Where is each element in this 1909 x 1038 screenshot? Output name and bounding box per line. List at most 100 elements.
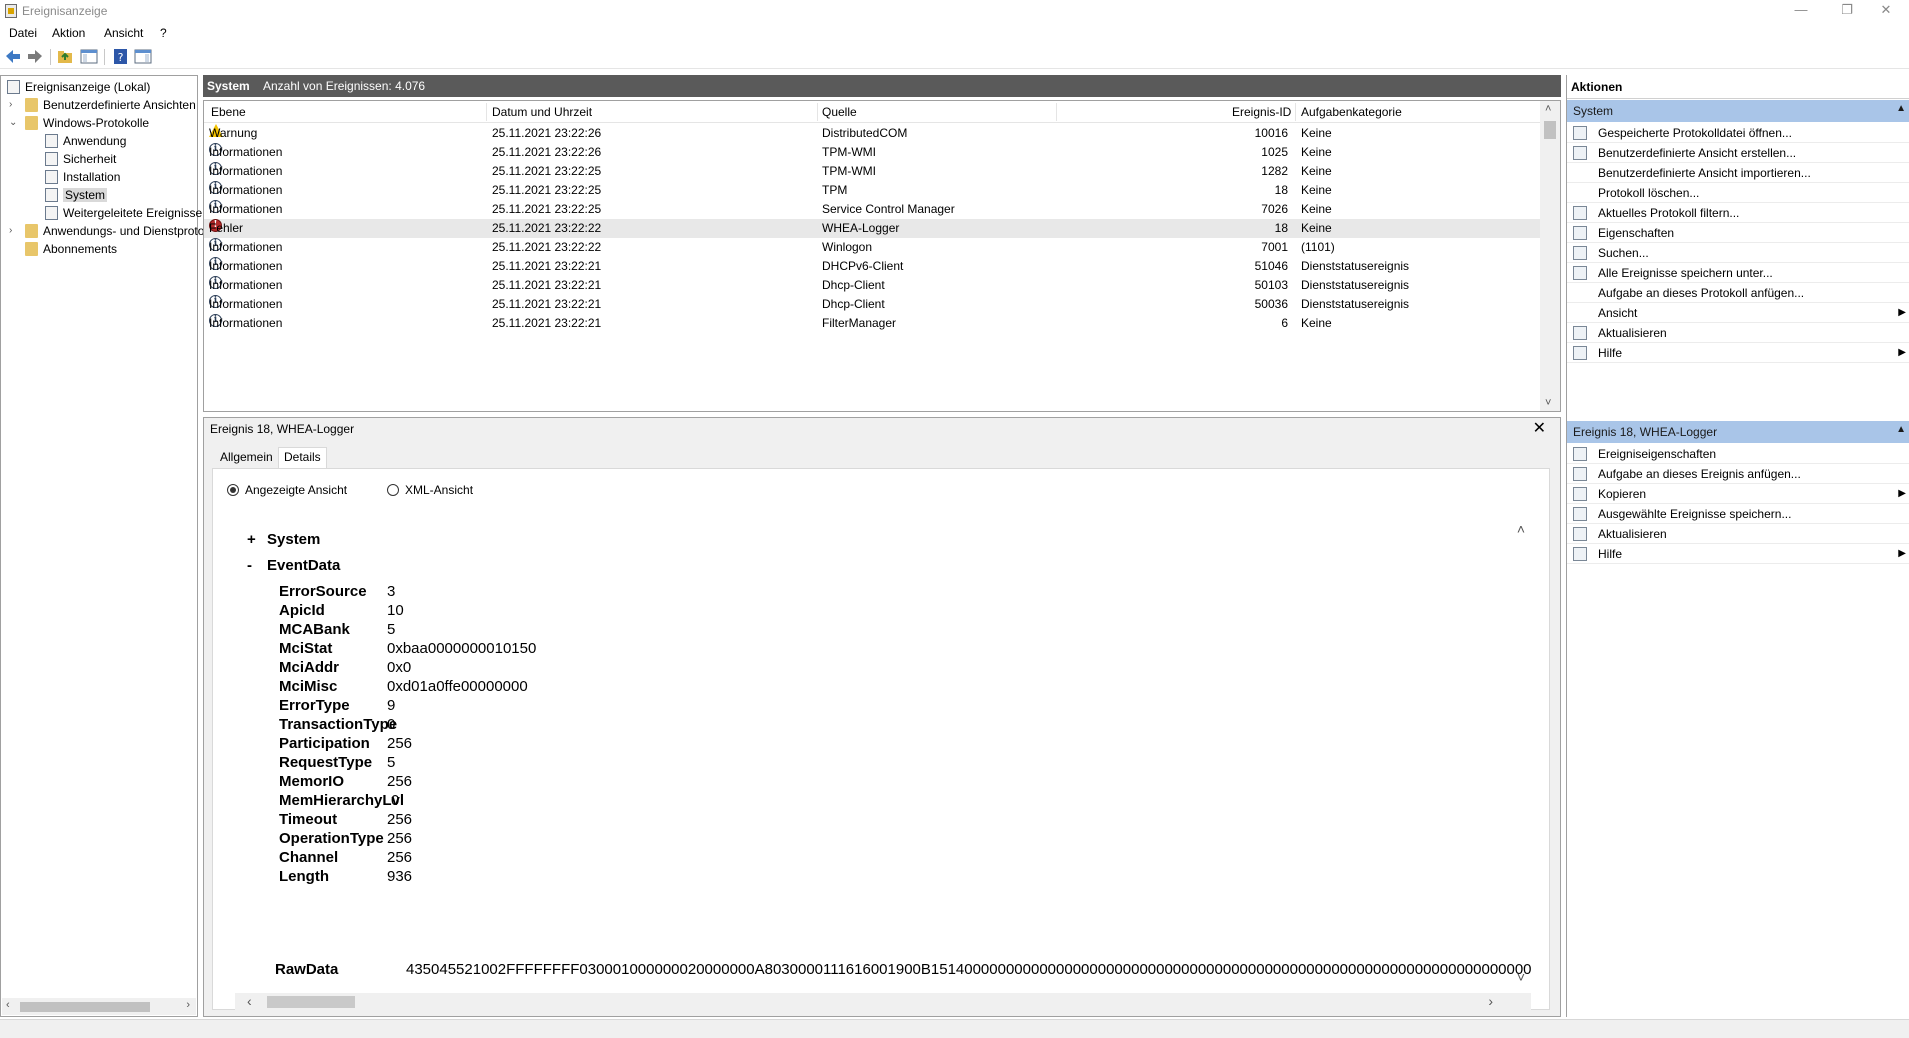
up-folder-icon[interactable] — [56, 48, 74, 65]
event-row[interactable]: i Informationen 25.11.2021 23:22:21 DHCPv6-… — [204, 257, 1540, 276]
save-icon — [1573, 507, 1587, 521]
event-row[interactable]: i Informationen 25.11.2021 23:22:21 FilterM… — [204, 314, 1540, 333]
actions-section-event[interactable]: Ereignis 18, WHEA-Logger ▲ — [1567, 421, 1909, 443]
chevron-right-icon[interactable]: › — [9, 222, 12, 240]
scroll-up-icon[interactable]: ˄ — [1545, 103, 1551, 115]
tree-setup[interactable]: Installation — [45, 168, 120, 186]
log-icon — [45, 206, 58, 220]
action-item[interactable]: Protokoll löschen... — [1567, 183, 1909, 203]
column-task-category[interactable]: Aufgabenkategorie — [1301, 105, 1402, 119]
column-event-id[interactable]: Ereignis-ID — [1232, 105, 1291, 119]
menu-help[interactable]: ? — [160, 26, 167, 40]
column-date[interactable]: Datum und Uhrzeit — [492, 105, 592, 119]
event-row[interactable]: i Informationen 25.11.2021 23:22:25 TPM 18 Ke… — [204, 181, 1540, 200]
event-id: 1025 — [1261, 145, 1288, 159]
event-row[interactable]: i Informationen 25.11.2021 23:22:21 Dhcp-Cl… — [204, 295, 1540, 314]
scroll-up-icon[interactable]: ˄ — [1517, 521, 1525, 537]
collapse-eventdata-toggle[interactable]: - — [247, 557, 252, 574]
action-item[interactable]: Eigenschaften — [1567, 223, 1909, 243]
action-item[interactable]: Hilfe ▶ — [1567, 343, 1909, 363]
tree-custom-views[interactable]: › Benutzerdefinierte Ansichten — [9, 96, 196, 114]
show-hide-action-pane-icon[interactable] — [134, 48, 152, 65]
help-icon[interactable]: ? — [112, 48, 130, 65]
show-hide-tree-icon[interactable] — [80, 48, 98, 65]
eventdata-key: ApicId — [279, 602, 325, 619]
event-row[interactable]: i Informationen 25.11.2021 23:22:22 Winlogo… — [204, 238, 1540, 257]
scroll-down-icon[interactable]: ˅ — [1545, 397, 1551, 409]
xml-view-radio[interactable]: XML-Ansicht — [387, 483, 473, 497]
tree-apps-services[interactable]: › Anwendungs- und Dienstprotokolle — [9, 222, 229, 240]
scrollbar-thumb[interactable] — [267, 996, 355, 1008]
tree-application[interactable]: Anwendung — [45, 132, 126, 150]
tab-details[interactable]: Details — [278, 447, 327, 468]
event-row[interactable]: Warnung 25.11.2021 23:22:26 DistributedCOM… — [204, 124, 1540, 143]
event-list-scrollbar[interactable]: ˄ ˅ — [1540, 101, 1560, 411]
event-source: TPM-WMI — [822, 164, 876, 178]
eventdata-key: Participation — [279, 735, 370, 752]
close-window-button[interactable]: ✕ — [1863, 0, 1909, 22]
event-viewer-icon — [7, 80, 20, 94]
tree-root[interactable]: Ereignisanzeige (Lokal) — [7, 78, 150, 96]
tree-subscriptions[interactable]: Abonnements — [25, 240, 117, 258]
action-item[interactable]: Gespeicherte Protokolldatei öffnen... — [1567, 123, 1909, 143]
action-item[interactable]: Aktualisieren — [1567, 323, 1909, 343]
scrollbar-thumb[interactable] — [20, 1002, 150, 1012]
event-row[interactable]: i Informationen 25.11.2021 23:22:25 Service… — [204, 200, 1540, 219]
collapse-icon[interactable]: ▲ — [1896, 103, 1906, 114]
tree-horizontal-scrollbar[interactable]: ‹ › — [2, 998, 196, 1015]
event-id: 18 — [1274, 221, 1288, 235]
scroll-right-icon[interactable]: › — [1488, 993, 1493, 1009]
action-item[interactable]: Alle Ereignisse speichern unter... — [1567, 263, 1909, 283]
action-item[interactable]: Benutzerdefinierte Ansicht erstellen... — [1567, 143, 1909, 163]
action-item[interactable]: Aktuelles Protokoll filtern... — [1567, 203, 1909, 223]
submenu-arrow-icon: ▶ — [1898, 548, 1906, 559]
collapse-icon[interactable]: ▲ — [1896, 424, 1906, 435]
tree-windows-logs[interactable]: ⌄ Windows-Protokolle — [9, 114, 149, 132]
tree-system[interactable]: System — [45, 186, 108, 204]
eventdata-value: 256 — [387, 849, 413, 866]
scroll-left-icon[interactable]: ‹ — [6, 999, 10, 1011]
action-item[interactable]: Aktualisieren — [1567, 524, 1909, 544]
action-item[interactable]: Suchen... — [1567, 243, 1909, 263]
tree-forwarded-events[interactable]: Weitergeleitete Ereignisse — [45, 204, 202, 222]
chevron-down-icon[interactable]: ⌄ — [9, 114, 17, 132]
scrollbar-thumb[interactable] — [1544, 121, 1556, 139]
xml-horizontal-scrollbar[interactable]: ‹ › — [235, 993, 1531, 1010]
scroll-right-icon[interactable]: › — [186, 999, 190, 1011]
radio-unselected-icon[interactable] — [387, 484, 399, 496]
expand-system-toggle[interactable]: + — [247, 531, 256, 548]
actions-section-system[interactable]: System ▲ — [1567, 100, 1909, 122]
close-icon[interactable]: ✕ — [1533, 418, 1546, 438]
action-item[interactable]: Aufgabe an dieses Ereignis anfügen... — [1567, 464, 1909, 484]
column-source[interactable]: Quelle — [822, 105, 857, 119]
refresh-icon — [1573, 326, 1587, 340]
tab-general[interactable]: Allgemein — [214, 447, 279, 468]
menu-datei[interactable]: Datei — [9, 26, 37, 40]
action-item[interactable]: Aufgabe an dieses Protokoll anfügen... — [1567, 283, 1909, 303]
back-icon[interactable] — [4, 48, 22, 65]
event-row[interactable]: ! Fehler 25.11.2021 23:22:22 WHEA-Logger 18 K… — [204, 219, 1540, 238]
event-row[interactable]: i Informationen 25.11.2021 23:22:25 TPM-WMI… — [204, 162, 1540, 181]
scroll-down-icon[interactable]: ˅ — [1517, 969, 1525, 985]
event-row[interactable]: i Informationen 25.11.2021 23:22:21 Dhcp-Cl… — [204, 276, 1540, 295]
menu-aktion[interactable]: Aktion — [52, 26, 85, 40]
action-item[interactable]: Ansicht ▶ — [1567, 303, 1909, 323]
forward-icon[interactable] — [26, 48, 44, 65]
action-item[interactable]: Hilfe ▶ — [1567, 544, 1909, 564]
minimize-button[interactable]: — — [1778, 0, 1824, 22]
scroll-left-icon[interactable]: ‹ — [247, 993, 252, 1009]
radio-selected-icon[interactable] — [227, 484, 239, 496]
tree-security[interactable]: Sicherheit — [45, 150, 116, 168]
action-item[interactable]: Kopieren ▶ — [1567, 484, 1909, 504]
menu-ansicht[interactable]: Ansicht — [104, 26, 143, 40]
column-level[interactable]: Ebene — [211, 105, 246, 119]
action-item[interactable]: Ausgewählte Ereignisse speichern... — [1567, 504, 1909, 524]
help-icon — [1573, 346, 1587, 360]
chevron-right-icon[interactable]: › — [9, 96, 12, 114]
action-item[interactable]: Benutzerdefinierte Ansicht importieren..… — [1567, 163, 1909, 183]
event-row[interactable]: i Informationen 25.11.2021 23:22:26 TPM-WMI… — [204, 143, 1540, 162]
rawdata-key: RawData — [275, 961, 339, 978]
friendly-view-radio[interactable]: Angezeigte Ansicht — [227, 483, 347, 497]
event-source: TPM — [822, 183, 848, 197]
action-item[interactable]: Ereigniseigenschaften — [1567, 444, 1909, 464]
